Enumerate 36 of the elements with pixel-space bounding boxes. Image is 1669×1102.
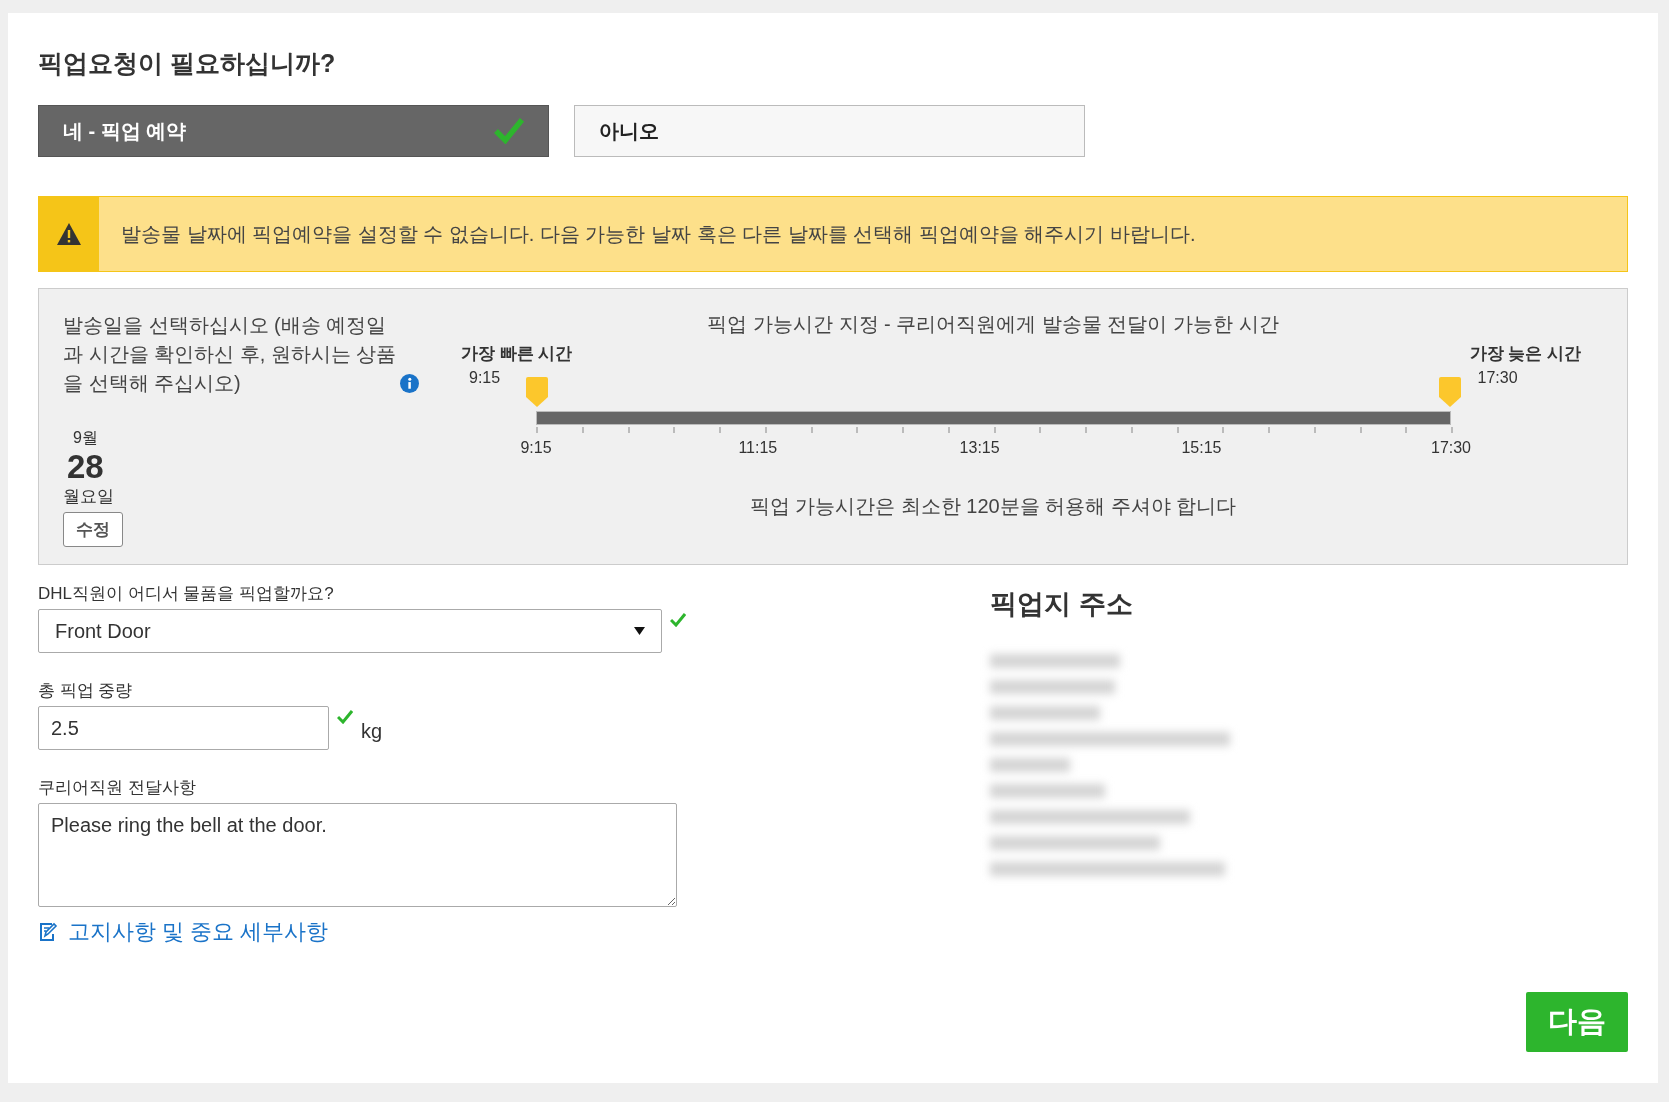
weight-input[interactable]: 2.5: [38, 706, 329, 750]
field-label: 쿠리어직원 전달사항: [38, 777, 197, 799]
date-month: 9월: [73, 428, 98, 448]
tick-label: 9:15: [520, 439, 552, 457]
tick-label: 13:15: [959, 439, 1000, 457]
earliest-time: 9:15: [468, 369, 502, 387]
message-textarea[interactable]: Please ring the bell at the door.: [38, 803, 677, 907]
choice-button[interactable]: 네 - 픽업 예약: [38, 105, 549, 157]
tick-label: 17:30: [1431, 439, 1471, 457]
edit-button[interactable]: 수정: [63, 512, 123, 547]
date-day: 28: [67, 449, 104, 485]
earliest-label: 가장 빠른 시간: [461, 343, 573, 365]
latest-label: 가장 늦은 시간: [1469, 343, 1581, 365]
info-icon[interactable]: [400, 374, 419, 393]
field-label: 총 픽업 중량: [38, 680, 134, 702]
check-icon: [494, 118, 524, 144]
field-label: DHL직원이 어디서 물품을 픽업할까요?: [38, 583, 335, 605]
instruction-text: 발송일을 선택하십시오 (배송 예정일과 시간을 확인하신 후, 원하시는 상품을 선택해 주십시오): [63, 313, 398, 396]
location-dropdown[interactable]: Front Door: [38, 609, 662, 653]
start-handle[interactable]: [526, 377, 548, 407]
address-heading: 픽업지 주소: [990, 588, 1134, 621]
choice-button[interactable]: 아니오: [574, 105, 1085, 157]
tick-label: 15:15: [1181, 439, 1222, 457]
latest-time: 17:30: [1476, 369, 1519, 387]
edit-icon: [38, 922, 58, 942]
time-window-note: 픽업 가능시간은 최소한 120분을 허용해 주셔야 합니다: [748, 494, 1238, 519]
caret-icon: [634, 627, 645, 635]
unit-label: kg: [361, 720, 383, 743]
time-window-heading: 픽업 가능시간 지정 - 쿠리어직원에게 발송물 전달이 가능한 시간: [706, 312, 1280, 337]
warning-message: 발송물 날짜에 픽업예약을 설정할 수 없습니다. 다음 가능한 날짜 혹은 다른 날짜를 선택해 픽업예약을 해주시기 바랍니다.: [120, 221, 1196, 247]
details-link[interactable]: 고지사항 및 중요 세부사항: [38, 917, 329, 947]
end-handle[interactable]: [1439, 377, 1461, 407]
page-title: 픽업요청이 필요하십니까?: [38, 48, 337, 79]
date-weekday: 월요일: [63, 486, 114, 508]
tick-label: 11:15: [738, 439, 778, 457]
warning-icon: [56, 222, 82, 246]
